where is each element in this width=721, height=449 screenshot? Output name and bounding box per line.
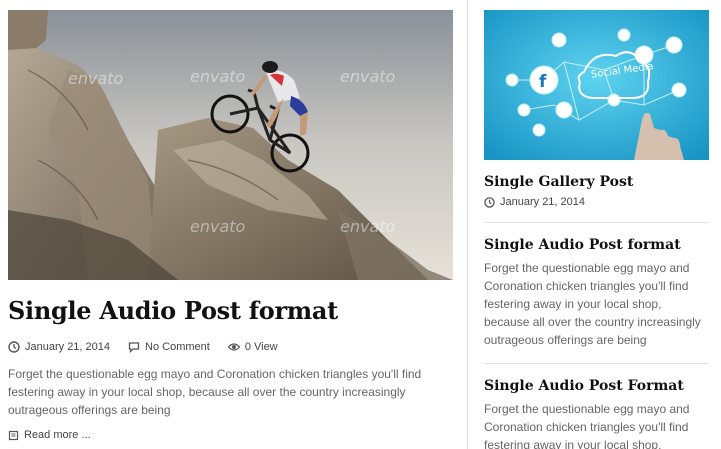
gallery-post-date: January 21, 2014 <box>484 196 709 208</box>
audio-post-1-excerpt: Forget the questionable egg mayo and Cor… <box>484 261 701 347</box>
clock-icon <box>484 196 495 208</box>
main-post: envato envato envato envato envato Singl… <box>8 10 453 441</box>
post-excerpt: Forget the questionable egg mayo and Cor… <box>8 367 422 417</box>
document-icon <box>8 430 19 440</box>
post-comments[interactable]: No Comment <box>128 341 210 353</box>
watermark-text: envato <box>340 67 396 86</box>
eye-icon <box>227 343 240 351</box>
post-comments-text: No Comment <box>145 341 210 353</box>
sidebar-audio-post-1: Single Audio Post format Forget the ques… <box>484 235 709 349</box>
audio-post-2-excerpt: Forget the questionable egg mayo and Cor… <box>484 402 690 449</box>
sidebar-audio-post-2: Single Audio Post Format Forget the ques… <box>484 376 709 449</box>
post-title[interactable]: Single Audio Post format <box>8 295 453 327</box>
sidebar-divider <box>484 363 709 364</box>
watermark-text: envato <box>190 217 246 236</box>
post-featured-image[interactable]: envato envato envato envato envato <box>8 10 453 280</box>
gallery-post-thumbnail[interactable]: f Social Media <box>484 10 709 160</box>
audio-post-1-title[interactable]: Single Audio Post format <box>484 235 709 255</box>
watermark-text: envato <box>340 217 396 236</box>
post-date: January 21, 2014 <box>8 341 110 353</box>
column-divider <box>467 0 468 449</box>
read-more-link[interactable]: Read more ... <box>8 429 453 441</box>
read-more-text: Read more ... <box>24 429 91 441</box>
post-views: 0 View <box>227 341 278 353</box>
comment-icon <box>128 342 140 353</box>
sidebar: f Social Media Single Gallery Post Janua… <box>484 10 709 449</box>
post-meta: January 21, 2014 No Comment 0 View <box>8 339 453 355</box>
social-media-image: f Social Media <box>484 10 709 160</box>
post-views-text: 0 View <box>244 341 278 353</box>
gallery-post-date-text: January 21, 2014 <box>500 196 586 208</box>
clock-icon <box>8 341 20 353</box>
watermark-text: envato <box>190 67 246 86</box>
gallery-post-title[interactable]: Single Gallery Post <box>484 172 709 192</box>
svg-text:f: f <box>539 72 547 92</box>
sidebar-divider <box>484 222 709 223</box>
post-date-text: January 21, 2014 <box>25 341 111 353</box>
gallery-post: Single Gallery Post January 21, 2014 <box>484 172 709 208</box>
mountain-biker-image: envato envato envato envato envato <box>8 10 453 280</box>
watermark-text: envato <box>68 69 124 88</box>
audio-post-2-title[interactable]: Single Audio Post Format <box>484 376 709 396</box>
